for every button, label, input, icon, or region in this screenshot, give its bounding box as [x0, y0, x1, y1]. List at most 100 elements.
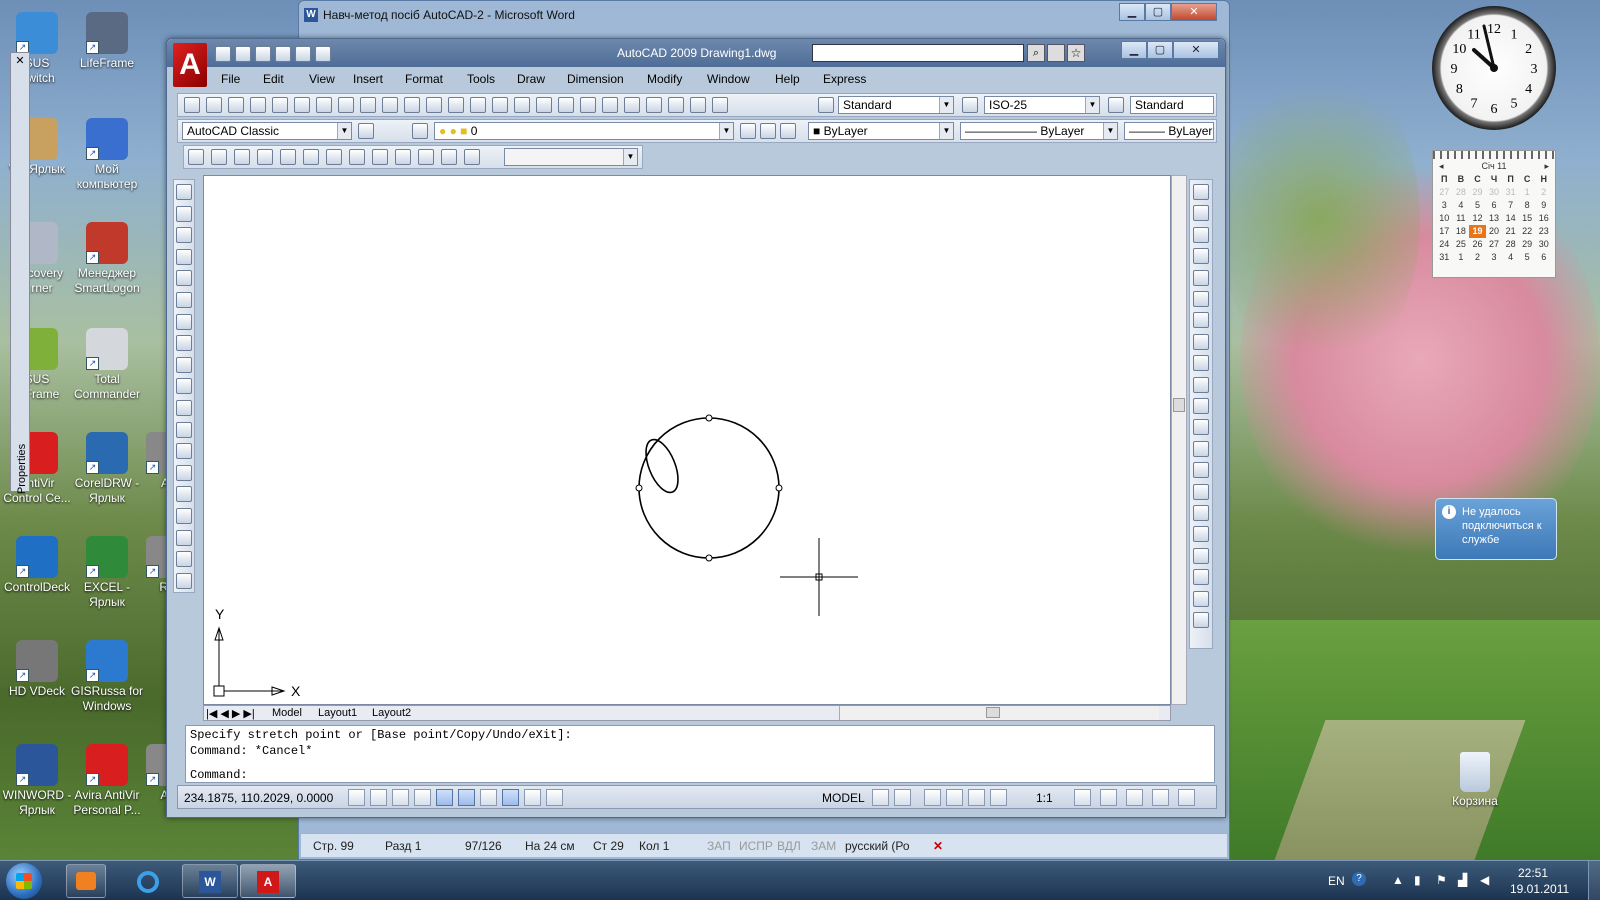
autocad-window[interactable]: AutoCAD 2009 Drawing1.dwg ⌕ ☆ ▁ ▢ ✕ A Fi… — [166, 38, 1226, 818]
point-icon[interactable] — [176, 464, 192, 481]
open-icon[interactable] — [235, 46, 251, 62]
views-manager-icon[interactable] — [464, 149, 480, 165]
taskbar-media-player[interactable] — [66, 864, 106, 898]
offset-icon[interactable] — [1193, 248, 1209, 265]
new-icon[interactable] — [184, 97, 200, 113]
calendar-day[interactable]: 27 — [1436, 186, 1453, 199]
action-center-icon[interactable]: ⚑ — [1436, 873, 1447, 887]
help-icon[interactable]: ? — [1352, 872, 1366, 886]
horizontal-scrollbar[interactable] — [839, 706, 1159, 720]
toolbar-lock-icon[interactable] — [1152, 789, 1169, 806]
break-at-point-icon[interactable] — [1193, 419, 1209, 436]
drawn-ellipse[interactable] — [639, 435, 684, 497]
stretch-icon[interactable] — [1193, 355, 1209, 372]
ducs-toggle[interactable] — [480, 789, 497, 806]
calendar-day[interactable]: 3 — [1436, 199, 1453, 212]
recycle-bin[interactable]: Корзина — [1434, 752, 1516, 809]
calendar-today[interactable]: 19 — [1469, 225, 1486, 238]
calendar-day[interactable]: 30 — [1535, 238, 1552, 251]
save-icon[interactable] — [228, 97, 244, 113]
taskbar-internet-explorer[interactable] — [128, 864, 168, 898]
menu-item-dimension[interactable]: Dimension — [567, 72, 624, 86]
spelling-icon[interactable]: ✕ — [933, 839, 943, 853]
back-view-icon[interactable] — [326, 149, 342, 165]
ortho-toggle[interactable] — [392, 789, 409, 806]
break-icon[interactable] — [1193, 440, 1209, 457]
application-menu-button[interactable]: A — [173, 43, 207, 87]
publish-icon[interactable] — [294, 97, 310, 113]
steeringwheel-icon[interactable] — [968, 789, 985, 806]
calendar-day[interactable]: 25 — [1453, 238, 1470, 251]
table-icon[interactable] — [176, 551, 192, 568]
scale-icon[interactable] — [1193, 333, 1209, 350]
calendar-day[interactable]: 24 — [1436, 238, 1453, 251]
make-block-icon[interactable] — [176, 443, 192, 460]
grip-right[interactable] — [775, 484, 783, 492]
fillet-icon[interactable] — [1193, 505, 1209, 521]
calendar-day[interactable]: 7 — [1502, 199, 1519, 212]
pan-icon[interactable] — [924, 789, 941, 806]
menu-item-format[interactable]: Format — [405, 72, 443, 86]
calendar-day[interactable]: 9 — [1535, 199, 1552, 212]
zoom-icon[interactable] — [946, 789, 963, 806]
layer-select[interactable]: ● ● ■ 0 ▼ — [434, 122, 734, 140]
left-view-icon[interactable] — [257, 149, 273, 165]
construction-line-icon[interactable] — [176, 205, 192, 222]
calendar-day[interactable]: 8 — [1519, 199, 1536, 212]
annotation-scale[interactable]: 1:1 — [1036, 791, 1053, 805]
calendar-day[interactable]: 21 — [1502, 225, 1519, 238]
desktop-icon[interactable]: ↗ Total Commander — [66, 328, 148, 402]
match-properties-icon[interactable] — [404, 97, 420, 113]
osnap-toggle[interactable] — [436, 789, 453, 806]
grip-left[interactable] — [635, 484, 643, 492]
mirror-icon[interactable] — [1193, 226, 1209, 243]
menu-item-express[interactable]: Express — [823, 72, 866, 86]
help-icon[interactable] — [712, 97, 728, 113]
calendar-day[interactable]: 18 — [1453, 225, 1470, 238]
3d-dwf-icon[interactable] — [316, 97, 332, 113]
status-ovr[interactable]: ЗАМ — [811, 839, 836, 853]
new-icon[interactable] — [215, 46, 231, 62]
tab-layout2[interactable]: Layout2 — [372, 707, 411, 719]
workspace-settings-icon[interactable] — [358, 123, 374, 139]
dim-style-select[interactable]: ISO-25 ▼ — [984, 96, 1100, 114]
calendar-day[interactable]: 5 — [1469, 199, 1486, 212]
draworder-under-icon[interactable] — [1193, 612, 1209, 628]
close-icon[interactable]: ✕ — [14, 55, 26, 67]
ne-iso-icon[interactable] — [395, 149, 411, 165]
pan-icon[interactable] — [492, 97, 508, 113]
lwt-toggle[interactable] — [524, 789, 541, 806]
favorites-icon[interactable]: ☆ — [1067, 44, 1085, 62]
command-window[interactable]: Specify stretch point or [Base point/Cop… — [185, 725, 1215, 783]
sw-iso-icon[interactable] — [349, 149, 365, 165]
show-hidden-icons[interactable]: ▲ — [1392, 873, 1404, 887]
ellipse-icon[interactable] — [176, 378, 192, 395]
calendar-day[interactable]: 22 — [1519, 225, 1536, 238]
calculator-icon[interactable] — [690, 97, 706, 113]
calendar-day[interactable]: 4 — [1453, 199, 1470, 212]
cut-icon[interactable] — [338, 97, 354, 113]
region-icon[interactable] — [176, 529, 192, 546]
calendar-day[interactable]: 15 — [1519, 212, 1536, 225]
taskbar-autocad[interactable]: A — [240, 864, 296, 898]
explode-icon[interactable] — [1193, 526, 1209, 543]
spline-icon[interactable] — [176, 356, 192, 373]
scroll-thumb[interactable] — [1173, 398, 1185, 412]
menu-item-help[interactable]: Help — [775, 72, 800, 86]
status-lang[interactable]: русский (Ро — [845, 839, 910, 853]
se-iso-icon[interactable] — [372, 149, 388, 165]
arc-icon[interactable] — [176, 292, 192, 308]
paste-icon[interactable] — [382, 97, 398, 113]
tab-nav-buttons[interactable]: |◀ ◀ ▶ ▶| — [206, 707, 255, 720]
layer-properties-icon[interactable] — [412, 123, 428, 139]
prev-month-icon[interactable]: ◂ — [1439, 159, 1444, 173]
trim-icon[interactable] — [1193, 376, 1209, 393]
copy-icon[interactable] — [360, 97, 376, 113]
volume-icon[interactable]: ◀ — [1480, 873, 1489, 887]
infocenter-search-input[interactable] — [812, 44, 1024, 62]
signal-icon[interactable]: ▟ — [1458, 873, 1467, 887]
calendar-day[interactable]: 29 — [1519, 238, 1536, 251]
calendar-day[interactable]: 23 — [1535, 225, 1552, 238]
calendar-day[interactable]: 1 — [1453, 251, 1470, 264]
front-view-icon[interactable] — [303, 149, 319, 165]
